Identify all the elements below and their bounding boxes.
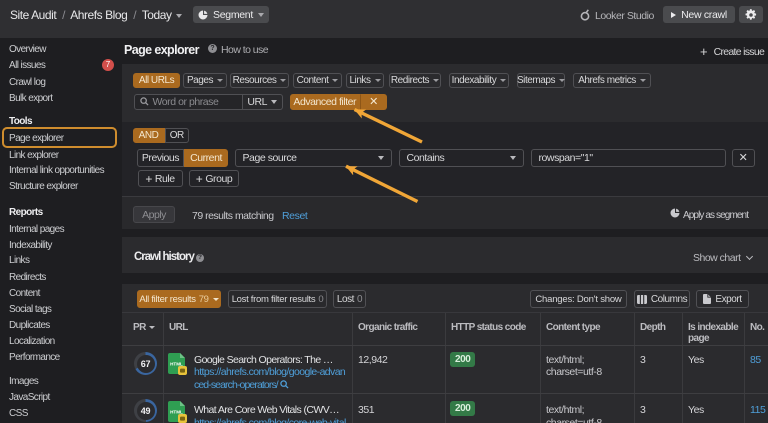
svg-text:HTML: HTML bbox=[170, 362, 183, 367]
svg-text:HTML: HTML bbox=[170, 410, 183, 415]
